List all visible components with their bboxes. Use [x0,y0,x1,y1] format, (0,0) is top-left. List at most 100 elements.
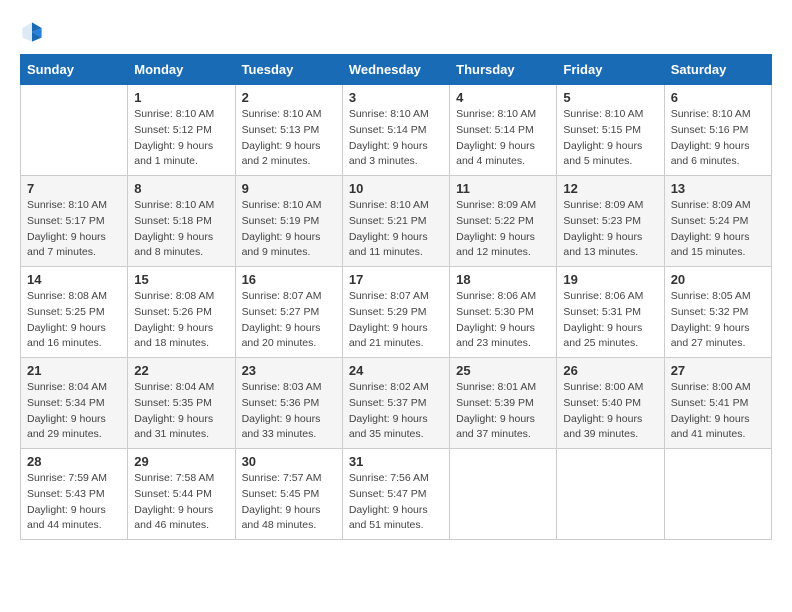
daylight-text: Daylight: 9 hours and 3 minutes. [349,140,428,168]
day-number: 7 [27,181,121,196]
daylight-text: Daylight: 9 hours and 9 minutes. [242,231,321,259]
sunset-text: Sunset: 5:41 PM [671,397,749,409]
day-number: 6 [671,90,765,105]
sunset-text: Sunset: 5:35 PM [134,397,212,409]
day-number: 2 [242,90,336,105]
daylight-text: Daylight: 9 hours and 13 minutes. [563,231,642,259]
calendar-cell: 10 Sunrise: 8:10 AM Sunset: 5:21 PM Dayl… [342,176,449,267]
calendar-cell: 2 Sunrise: 8:10 AM Sunset: 5:13 PM Dayli… [235,85,342,176]
day-number: 11 [456,181,550,196]
calendar-week-row: 21 Sunrise: 8:04 AM Sunset: 5:34 PM Dayl… [21,358,772,449]
day-number: 4 [456,90,550,105]
sunrise-text: Sunrise: 8:00 AM [563,381,643,393]
daylight-text: Daylight: 9 hours and 33 minutes. [242,413,321,441]
sunrise-text: Sunrise: 8:10 AM [349,199,429,211]
calendar-cell [557,449,664,540]
sunset-text: Sunset: 5:23 PM [563,215,641,227]
sunrise-text: Sunrise: 8:10 AM [671,108,751,120]
sunrise-text: Sunrise: 8:10 AM [349,108,429,120]
sunset-text: Sunset: 5:37 PM [349,397,427,409]
calendar-week-row: 1 Sunrise: 8:10 AM Sunset: 5:12 PM Dayli… [21,85,772,176]
sunset-text: Sunset: 5:36 PM [242,397,320,409]
sunset-text: Sunset: 5:32 PM [671,306,749,318]
calendar-cell [450,449,557,540]
sunrise-text: Sunrise: 8:09 AM [563,199,643,211]
sunset-text: Sunset: 5:43 PM [27,488,105,500]
day-number: 29 [134,454,228,469]
day-number: 19 [563,272,657,287]
calendar-cell: 19 Sunrise: 8:06 AM Sunset: 5:31 PM Dayl… [557,267,664,358]
day-number: 15 [134,272,228,287]
calendar-cell: 24 Sunrise: 8:02 AM Sunset: 5:37 PM Dayl… [342,358,449,449]
calendar-week-row: 14 Sunrise: 8:08 AM Sunset: 5:25 PM Dayl… [21,267,772,358]
logo [20,20,48,44]
day-number: 1 [134,90,228,105]
day-number: 26 [563,363,657,378]
sunrise-text: Sunrise: 7:56 AM [349,472,429,484]
sunrise-text: Sunrise: 8:06 AM [563,290,643,302]
sunset-text: Sunset: 5:34 PM [27,397,105,409]
sunset-text: Sunset: 5:21 PM [349,215,427,227]
calendar-cell [21,85,128,176]
calendar-cell [664,449,771,540]
sunrise-text: Sunrise: 8:07 AM [242,290,322,302]
calendar-cell: 30 Sunrise: 7:57 AM Sunset: 5:45 PM Dayl… [235,449,342,540]
calendar-cell: 6 Sunrise: 8:10 AM Sunset: 5:16 PM Dayli… [664,85,771,176]
day-number: 20 [671,272,765,287]
calendar-cell: 17 Sunrise: 8:07 AM Sunset: 5:29 PM Dayl… [342,267,449,358]
sunrise-text: Sunrise: 8:10 AM [27,199,107,211]
daylight-text: Daylight: 9 hours and 5 minutes. [563,140,642,168]
sunrise-text: Sunrise: 7:59 AM [27,472,107,484]
day-number: 28 [27,454,121,469]
sunrise-text: Sunrise: 8:01 AM [456,381,536,393]
sunrise-text: Sunrise: 8:07 AM [349,290,429,302]
daylight-text: Daylight: 9 hours and 16 minutes. [27,322,106,350]
calendar-header: SundayMondayTuesdayWednesdayThursdayFrid… [21,55,772,85]
sunrise-text: Sunrise: 8:02 AM [349,381,429,393]
calendar-cell: 18 Sunrise: 8:06 AM Sunset: 5:30 PM Dayl… [450,267,557,358]
weekday-header: Wednesday [342,55,449,85]
daylight-text: Daylight: 9 hours and 23 minutes. [456,322,535,350]
day-number: 24 [349,363,443,378]
daylight-text: Daylight: 9 hours and 37 minutes. [456,413,535,441]
sunrise-text: Sunrise: 7:58 AM [134,472,214,484]
calendar-cell: 31 Sunrise: 7:56 AM Sunset: 5:47 PM Dayl… [342,449,449,540]
sunrise-text: Sunrise: 8:10 AM [456,108,536,120]
day-number: 10 [349,181,443,196]
sunset-text: Sunset: 5:25 PM [27,306,105,318]
calendar-cell: 27 Sunrise: 8:00 AM Sunset: 5:41 PM Dayl… [664,358,771,449]
weekday-header: Saturday [664,55,771,85]
weekday-header: Thursday [450,55,557,85]
sunrise-text: Sunrise: 8:08 AM [134,290,214,302]
calendar-cell: 4 Sunrise: 8:10 AM Sunset: 5:14 PM Dayli… [450,85,557,176]
sunrise-text: Sunrise: 8:10 AM [134,199,214,211]
day-number: 25 [456,363,550,378]
weekday-header: Monday [128,55,235,85]
calendar-cell: 16 Sunrise: 8:07 AM Sunset: 5:27 PM Dayl… [235,267,342,358]
day-number: 8 [134,181,228,196]
day-number: 9 [242,181,336,196]
daylight-text: Daylight: 9 hours and 2 minutes. [242,140,321,168]
weekday-header: Sunday [21,55,128,85]
calendar-cell: 1 Sunrise: 8:10 AM Sunset: 5:12 PM Dayli… [128,85,235,176]
daylight-text: Daylight: 9 hours and 4 minutes. [456,140,535,168]
sunset-text: Sunset: 5:19 PM [242,215,320,227]
sunrise-text: Sunrise: 8:03 AM [242,381,322,393]
calendar-cell: 11 Sunrise: 8:09 AM Sunset: 5:22 PM Dayl… [450,176,557,267]
day-number: 22 [134,363,228,378]
sunrise-text: Sunrise: 8:10 AM [134,108,214,120]
sunset-text: Sunset: 5:18 PM [134,215,212,227]
header-row: SundayMondayTuesdayWednesdayThursdayFrid… [21,55,772,85]
page-header [20,20,772,44]
calendar-cell: 8 Sunrise: 8:10 AM Sunset: 5:18 PM Dayli… [128,176,235,267]
calendar-cell: 3 Sunrise: 8:10 AM Sunset: 5:14 PM Dayli… [342,85,449,176]
daylight-text: Daylight: 9 hours and 6 minutes. [671,140,750,168]
sunrise-text: Sunrise: 8:05 AM [671,290,751,302]
day-number: 27 [671,363,765,378]
daylight-text: Daylight: 9 hours and 21 minutes. [349,322,428,350]
daylight-text: Daylight: 9 hours and 20 minutes. [242,322,321,350]
daylight-text: Daylight: 9 hours and 11 minutes. [349,231,428,259]
sunset-text: Sunset: 5:15 PM [563,124,641,136]
calendar-cell: 29 Sunrise: 7:58 AM Sunset: 5:44 PM Dayl… [128,449,235,540]
calendar-cell: 12 Sunrise: 8:09 AM Sunset: 5:23 PM Dayl… [557,176,664,267]
